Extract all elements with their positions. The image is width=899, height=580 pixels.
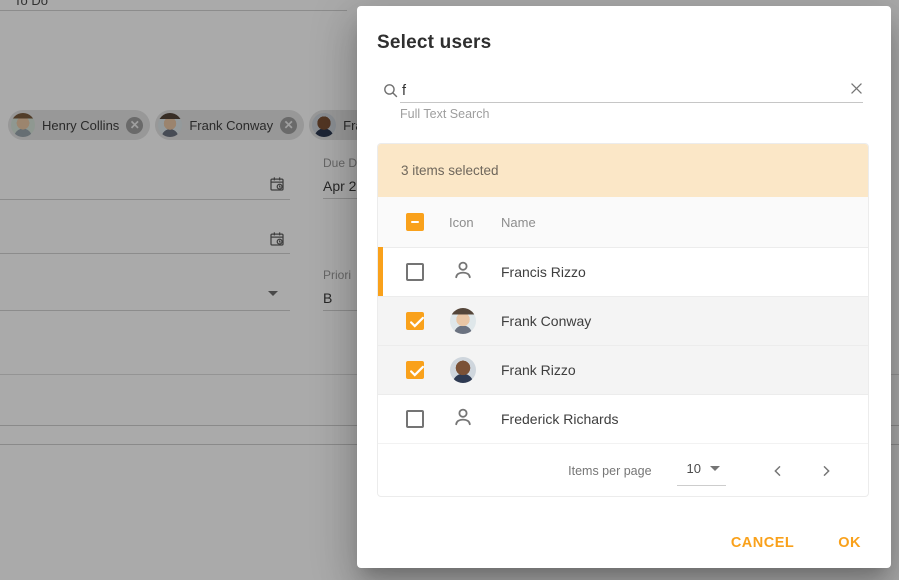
table-row[interactable]: Frank Rizzo: [378, 345, 868, 394]
ok-button[interactable]: OK: [838, 535, 861, 551]
row-name: Frederick Richards: [501, 411, 618, 427]
screen: To Do Henry Collins ✕ Frank Conway ✕ Fra…: [0, 0, 899, 580]
table-row[interactable]: Francis Rizzo: [378, 247, 868, 296]
page-size-select[interactable]: 10: [677, 455, 726, 486]
row-name: Frank Conway: [501, 313, 591, 329]
row-name: Francis Rizzo: [501, 264, 586, 280]
table-body: Francis Rizzo Frank Conway: [378, 247, 868, 443]
page-size-value: 10: [687, 461, 701, 476]
paginator: Items per page 10: [378, 443, 868, 497]
search-input[interactable]: [402, 80, 842, 102]
previous-page-button[interactable]: [766, 459, 790, 483]
selection-banner: 3 items selected: [378, 144, 868, 197]
search-hint: Full Text Search: [400, 107, 489, 121]
search-underline: [400, 102, 863, 103]
table-header-row: Icon Name: [378, 197, 868, 247]
table-row[interactable]: Frank Conway: [378, 296, 868, 345]
chevron-down-icon: [710, 466, 720, 471]
select-users-dialog: Select users Full Text Search 3 items se…: [357, 6, 891, 568]
next-page-button[interactable]: [814, 459, 838, 483]
name-column-header: Name: [501, 215, 536, 230]
user-avatar: [450, 308, 476, 334]
dialog-actions: CANCEL OK: [731, 535, 861, 551]
person-placeholder-icon: [451, 405, 475, 434]
dialog-title: Select users: [377, 32, 491, 54]
icon-column-header: Icon: [449, 215, 476, 230]
results-card: 3 items selected Icon Name Fra: [377, 143, 869, 497]
select-all-checkbox[interactable]: [406, 213, 424, 231]
items-per-page-label: Items per page: [568, 464, 651, 478]
row-checkbox[interactable]: [406, 263, 424, 281]
row-name: Frank Rizzo: [501, 362, 576, 378]
row-checkbox[interactable]: [406, 410, 424, 428]
row-checkbox[interactable]: [406, 361, 424, 379]
person-placeholder-icon: [451, 258, 475, 287]
search-icon: [382, 82, 399, 104]
clear-search-icon[interactable]: [848, 80, 868, 100]
row-checkbox[interactable]: [406, 312, 424, 330]
cancel-button[interactable]: CANCEL: [731, 535, 794, 551]
user-avatar: [450, 357, 476, 383]
table-row[interactable]: Frederick Richards: [378, 394, 868, 443]
